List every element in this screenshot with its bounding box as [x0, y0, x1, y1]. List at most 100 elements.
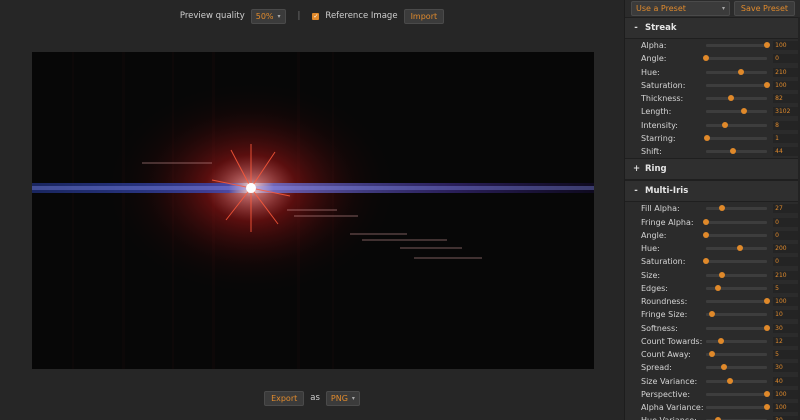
slider-thumb[interactable] [717, 337, 724, 344]
slider-value-field[interactable]: 30 [773, 416, 800, 420]
slider-row: Starring: 1 [625, 132, 800, 145]
slider-track[interactable] [705, 68, 768, 75]
slider-thumb[interactable] [764, 324, 771, 331]
reference-image-checkbox[interactable]: ✓ [312, 12, 320, 20]
slider-track[interactable] [705, 351, 768, 358]
slider-track[interactable] [702, 55, 768, 62]
slider-value-field[interactable]: 0 [773, 217, 800, 227]
slider-thumb[interactable] [719, 205, 726, 212]
slider-track[interactable] [703, 134, 768, 141]
slider-thumb[interactable] [702, 231, 709, 238]
slider-thumb[interactable] [702, 258, 709, 265]
slider-row: Fringe Size: 10 [625, 308, 800, 321]
slider-value-field[interactable]: 5 [773, 350, 800, 360]
slider-label: Saturation: [641, 257, 686, 267]
slider-thumb[interactable] [764, 390, 771, 397]
slider-thumb[interactable] [727, 377, 734, 384]
slider-value-field[interactable]: 100 [773, 80, 800, 90]
slider-track[interactable] [705, 284, 768, 291]
slider-track[interactable] [705, 377, 768, 384]
slider-label: Size: [641, 270, 661, 280]
slider-track[interactable] [705, 81, 771, 88]
slider-track[interactable] [705, 108, 768, 115]
chevron-down-icon: ▾ [277, 12, 281, 20]
slider-value-field[interactable]: 3102 [773, 107, 800, 117]
slider-value-field[interactable]: 8 [773, 120, 800, 130]
slider-thumb[interactable] [764, 81, 771, 88]
slider-thumb[interactable] [702, 55, 709, 62]
slider-thumb[interactable] [722, 121, 729, 128]
import-button[interactable]: Import [403, 8, 445, 24]
slider-label: Count Towards: [641, 336, 703, 346]
slider-thumb[interactable] [703, 134, 710, 141]
slider-track[interactable] [705, 42, 771, 49]
slider-value-field[interactable]: 1 [773, 133, 800, 143]
slider-value-field[interactable]: 100 [773, 41, 800, 51]
preset-select[interactable]: Use a Preset ▾ [631, 1, 730, 16]
slider-track[interactable] [702, 231, 768, 238]
slider-thumb[interactable] [738, 68, 745, 75]
slider-track[interactable] [705, 95, 768, 102]
slider-track[interactable] [705, 311, 768, 318]
slider-track[interactable] [705, 390, 771, 397]
save-preset-button[interactable]: Save Preset [733, 1, 795, 16]
slider-thumb[interactable] [764, 404, 771, 411]
slider-thumb[interactable] [708, 311, 715, 318]
slider-value-field[interactable]: 100 [773, 403, 800, 413]
slider-track[interactable] [702, 218, 768, 225]
slider-value-field[interactable]: 0 [773, 257, 800, 267]
slider-value-field[interactable]: 5 [773, 283, 800, 293]
slider-thumb[interactable] [729, 148, 736, 155]
slider-value-field[interactable]: 0 [773, 54, 800, 64]
slider-label: Intensity: [641, 120, 678, 130]
export-button[interactable]: Export [264, 390, 305, 406]
preview-quality-select[interactable]: 50% ▾ [250, 8, 286, 24]
slider-track[interactable] [705, 337, 768, 344]
slider-thumb[interactable] [727, 95, 734, 102]
slider-value-field[interactable]: 0 [773, 230, 800, 240]
slider-track[interactable] [705, 245, 768, 252]
slider-thumb[interactable] [764, 42, 771, 49]
slider-row: Thickness: 82 [625, 92, 800, 105]
slider-value-field[interactable]: 100 [773, 389, 800, 399]
slider-thumb[interactable] [702, 218, 709, 225]
slider-value-field[interactable]: 40 [773, 376, 800, 386]
slider-row: Alpha: 100 [625, 39, 800, 52]
slider-value-field[interactable]: 30 [773, 363, 800, 373]
slider-track[interactable] [705, 324, 771, 331]
export-format-select[interactable]: PNG ▾ [325, 390, 360, 406]
slider-thumb[interactable] [764, 298, 771, 305]
reference-image-label: Reference Image [325, 11, 398, 21]
slider-thumb[interactable] [708, 351, 715, 358]
section-title: Multi-Iris [645, 186, 689, 197]
slider-track[interactable] [705, 205, 768, 212]
slider-track[interactable] [705, 148, 768, 155]
slider-value-field[interactable]: 200 [773, 244, 800, 254]
slider-value-field[interactable]: 100 [773, 297, 800, 307]
slider-track[interactable] [702, 258, 768, 265]
section-header-multi-iris[interactable]: - Multi-Iris [625, 180, 800, 203]
section-header-streak[interactable]: - Streak [625, 17, 800, 39]
preview-canvas[interactable] [32, 52, 594, 369]
slider-thumb[interactable] [740, 108, 747, 115]
section-header-ring[interactable]: + Ring [625, 158, 800, 181]
slider-thumb[interactable] [737, 245, 744, 252]
slider-value-field[interactable]: 27 [773, 204, 800, 214]
slider-value-field[interactable]: 10 [773, 310, 800, 320]
slider-value-field[interactable]: 44 [773, 147, 800, 157]
slider-track[interactable] [705, 271, 768, 278]
slider-row: Perspective: 100 [625, 388, 800, 401]
slider-thumb[interactable] [721, 364, 728, 371]
slider-track[interactable] [705, 364, 768, 371]
slider-value-field[interactable]: 82 [773, 94, 800, 104]
slider-thumb[interactable] [719, 271, 726, 278]
slider-label: Shift: [641, 147, 662, 157]
slider-value-field[interactable]: 210 [773, 67, 800, 77]
slider-track[interactable] [705, 298, 771, 305]
slider-track[interactable] [705, 121, 768, 128]
slider-value-field[interactable]: 12 [773, 336, 800, 346]
slider-value-field[interactable]: 30 [773, 323, 800, 333]
slider-track[interactable] [705, 404, 771, 411]
slider-thumb[interactable] [714, 284, 721, 291]
slider-value-field[interactable]: 210 [773, 270, 800, 280]
